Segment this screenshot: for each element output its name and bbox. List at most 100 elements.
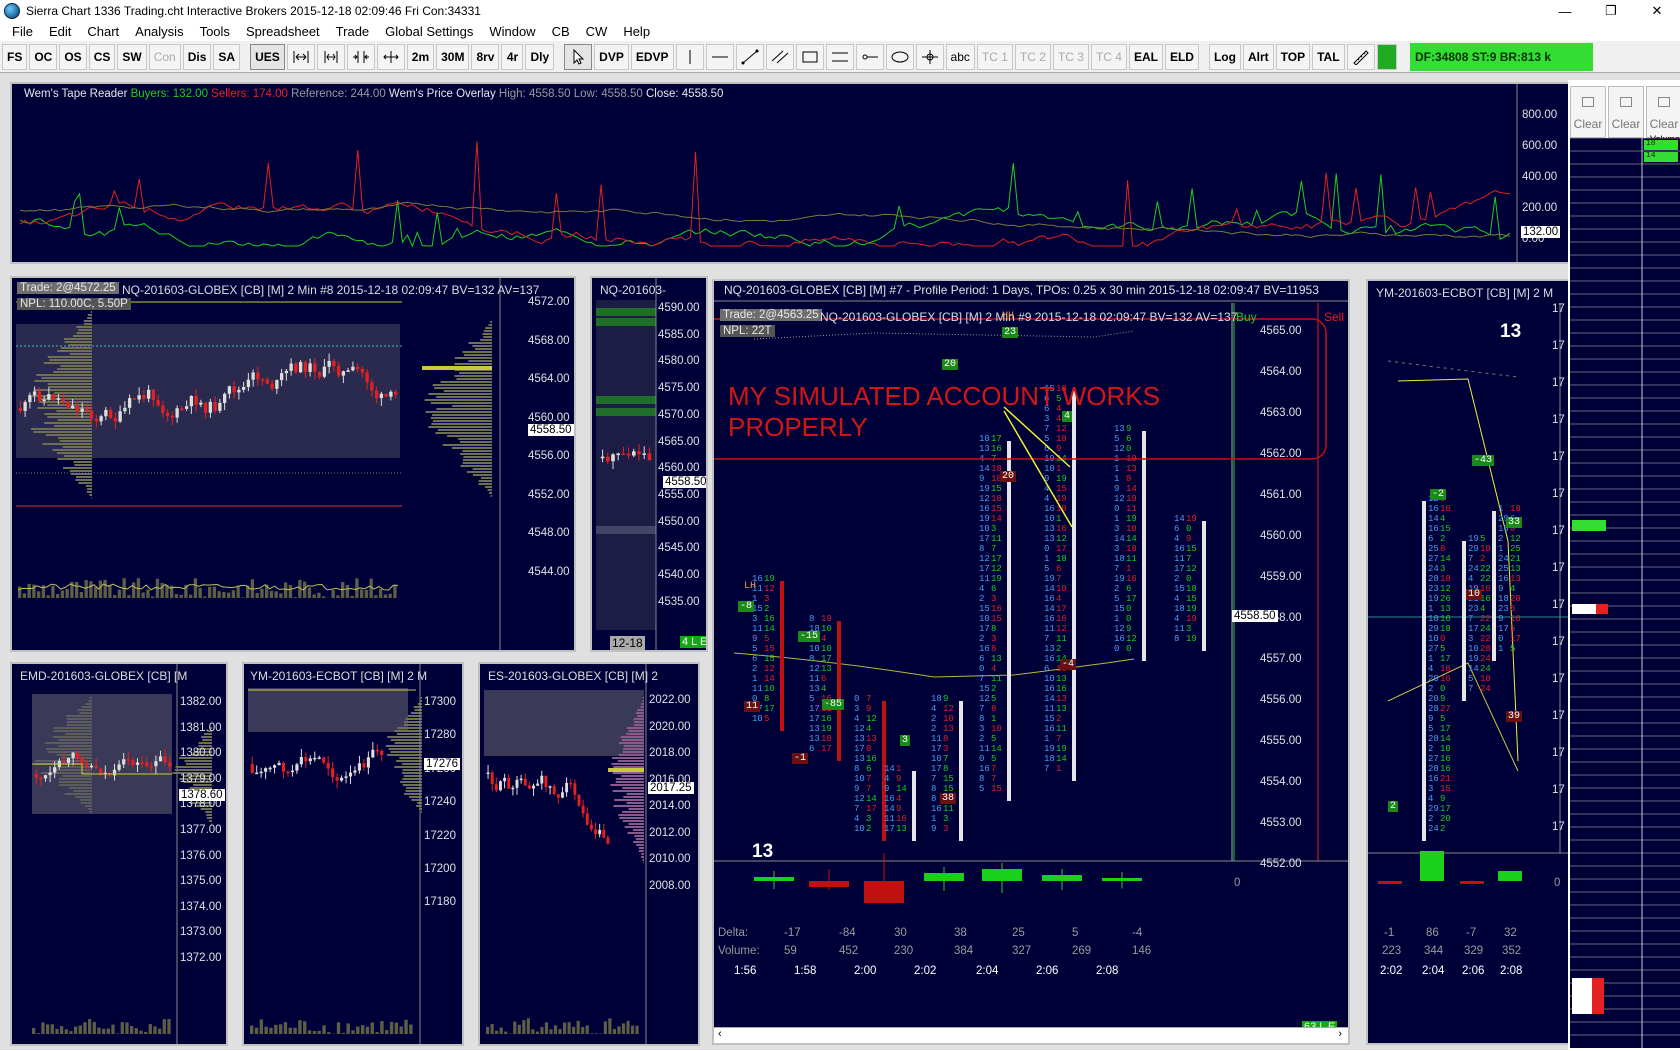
menu-tools[interactable]: Tools [192,24,238,39]
close-button[interactable]: ✕ [1634,0,1680,22]
bid-volume-cell: 19 [1428,594,1439,604]
toolbar-sa-button[interactable]: SA [213,44,240,70]
toolbar-log-button[interactable]: Log [1209,44,1241,70]
menu-trade[interactable]: Trade [328,24,377,39]
volume-profile-bar [488,489,492,491]
tool-tc4-button[interactable]: TC 4 [1091,44,1127,70]
axis-label: 4570.00 [658,409,700,421]
clear-button-1[interactable]: Clear [1570,86,1606,138]
volume-profile-bar [624,745,644,747]
dom-ladder[interactable]: 1814 [1570,138,1680,1048]
ask-volume-cell: 18 [1440,574,1451,584]
toolbar-sw-button[interactable]: SW [117,44,146,70]
bid-volume-cell: 7 [1044,424,1049,434]
menu-global-settings[interactable]: Global Settings [377,24,481,39]
timeframe-4r-button[interactable]: 4r [501,44,523,70]
ask-volume-cell: 12 [943,704,954,714]
menu-edit[interactable]: Edit [41,24,79,39]
es-chart[interactable]: ES-201603-GLOBEX [CB] [M] 2 2022.002020.… [478,662,700,1046]
menu-cw[interactable]: CW [578,24,616,39]
toolbar-top-button[interactable]: TOP [1276,44,1310,70]
tape-reader-chart[interactable]: Wem's Tape Reader Buyers: 132.00 Sellers… [10,82,1570,264]
volume-profile-bar [207,817,212,819]
horizontal-scrollbar[interactable]: ‹ › [714,1027,1348,1043]
menu-window[interactable]: Window [481,24,543,39]
expand-icon[interactable] [377,44,405,70]
nq-2min-chart[interactable]: Trade: 2@4572.25 NQ-201603-GLOBEX [CB] [… [10,276,576,652]
timeframe-30m-button[interactable]: 30M [436,44,469,70]
ym-chart[interactable]: YM-201603-ECBOT [CB] [M] 2 M 17300172801… [242,662,464,1046]
volume-profile-bar [399,757,422,759]
maximize-button[interactable]: ❐ [1588,0,1634,22]
menu-spreadsheet[interactable]: Spreadsheet [238,24,328,39]
dvp-button[interactable]: DVP [594,44,629,70]
toolbar-oc-button[interactable]: OC [29,44,57,70]
ym-right-chart[interactable]: 1291616144161562258271424328182312192611… [1366,279,1570,1045]
toolbar-fs-button[interactable]: FS [2,44,27,70]
menu-file[interactable]: File [4,24,41,39]
clear-button-2[interactable]: Clear [1608,86,1644,138]
ask-volume-cell: 14 [764,674,775,684]
timeframe-2m-button[interactable]: 2m [407,44,434,70]
minimize-button[interactable]: — [1542,0,1588,22]
emd-chart[interactable]: EMD-201603-GLOBEX [CB] [M 1382.001381.00… [10,662,228,1046]
scroll-right-icon[interactable]: › [1338,1028,1342,1040]
timeframe-dly-button[interactable]: Dly [525,44,554,70]
buy-column-label[interactable]: Buy [1236,310,1257,324]
toolbar-cs-button[interactable]: CS [89,44,116,70]
toolbar-tal-button[interactable]: TAL [1312,44,1344,70]
trade-window-icon[interactable] [1377,44,1397,70]
edvp-button[interactable]: EDVP [631,44,674,70]
menu-help[interactable]: Help [615,24,658,39]
compress-icon[interactable] [347,44,375,70]
scale-range-icon[interactable] [287,44,315,70]
rectangle-icon[interactable] [796,44,824,70]
toolbar-dis-button[interactable]: Dis [183,44,212,70]
bid-volume-cell: 5 [1044,564,1049,574]
bid-volume-cell: 2 [979,634,984,644]
eld-button[interactable]: ELD [1165,44,1199,70]
ues-button[interactable]: UES [250,44,285,70]
crosshair-icon[interactable] [916,44,944,70]
toolbar-os-button[interactable]: OS [59,44,86,70]
sell-column-label[interactable]: Sell [1324,310,1344,324]
line-tool-icon[interactable] [736,44,764,70]
parallel-line-icon[interactable] [766,44,794,70]
menu-chart[interactable]: Chart [79,24,127,39]
toolbar-con-button[interactable]: Con [149,44,181,70]
tool-tc3-button[interactable]: TC 3 [1053,44,1089,70]
ask-volume-cell: 13 [896,824,907,834]
tool-tc1-button[interactable]: TC 1 [977,44,1013,70]
ask-volume-cell: 0 [1440,634,1445,644]
menu-cb[interactable]: CB [544,24,578,39]
ask-volume-cell: 13 [1126,464,1137,474]
vertical-line-icon[interactable] [676,44,704,70]
profile-bar [31,428,92,430]
pointer-icon[interactable] [564,44,592,70]
channel-icon[interactable] [826,44,854,70]
toolbar-alrt-button[interactable]: Alrt [1243,44,1274,70]
menu-analysis[interactable]: Analysis [127,24,191,39]
clear-button-3[interactable]: Clear [1646,86,1680,138]
scroll-left-icon[interactable]: ‹ [718,1028,722,1040]
bid-volume-cell: 16 [979,504,990,514]
nq2-candle [114,418,117,422]
ray-icon[interactable] [856,44,884,70]
bid-volume-cell: 0 [854,694,859,704]
text-tool-button[interactable]: abc [946,44,975,70]
tool-tc2-button[interactable]: TC 2 [1015,44,1051,70]
timeframe-8rv-button[interactable]: 8rv [471,44,499,70]
es-candle [544,776,547,787]
volume-bar [346,1023,349,1034]
ellipse-icon[interactable] [886,44,914,70]
eal-button[interactable]: EAL [1129,44,1163,70]
ruler-icon[interactable] [1347,44,1375,70]
nq-number-bars-chart[interactable]: 1619111213152316111495515615212114111008… [712,279,1350,1045]
ask-volume-cell: 1 [1126,564,1131,574]
nq-daily-chart[interactable]: NQ-201603- 4590.004585.004580.004575.004… [590,276,708,652]
axis-label: 17 [1552,636,1565,648]
bid-volume-cell: 29 [1428,624,1439,634]
ask-volume-cell: 2 [764,604,769,614]
scale-range2-icon[interactable] [317,44,345,70]
horizontal-line-icon[interactable] [706,44,734,70]
